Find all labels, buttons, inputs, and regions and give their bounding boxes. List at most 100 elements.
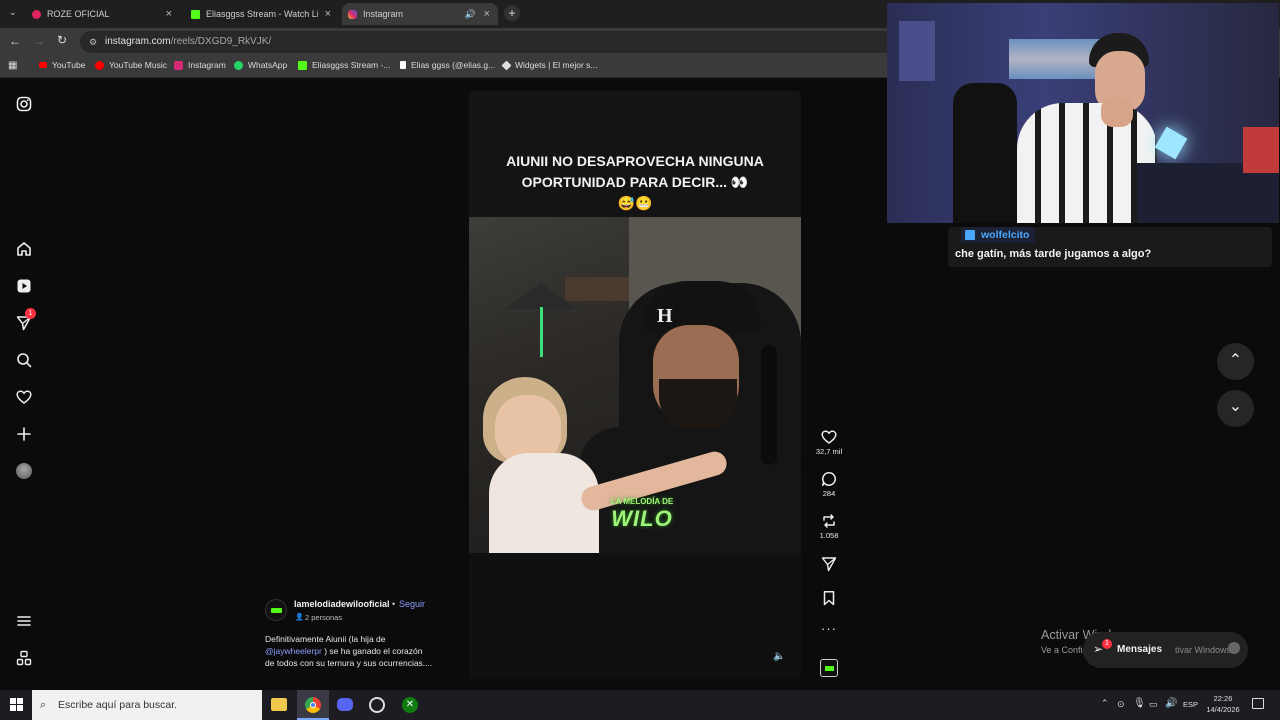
repost-icon [823, 514, 835, 528]
share-button[interactable] [813, 556, 845, 574]
back-arrow-icon[interactable]: ← [9, 34, 21, 48]
forward-arrow-icon[interactable]: → [33, 34, 45, 48]
reel-video-frame[interactable]: H LA MELODÍA DE WILO [469, 217, 801, 553]
clock[interactable]: 22:26 14/4/2026 [1201, 693, 1245, 715]
microphone-icon[interactable]: 🎙 [1133, 698, 1146, 709]
tab-instagram[interactable]: Instagram 🔊 × [342, 3, 498, 25]
messages-widget[interactable]: ➢ 1 Mensajes tivar Windows. [1083, 632, 1248, 668]
description-line: @jaywheelerpr ) se ha ganado el corazón [265, 645, 465, 657]
discord-icon[interactable] [337, 698, 353, 711]
volume-icon[interactable]: 🔊 [1165, 698, 1177, 709]
caption-line: AIUNII NO DESAPROVECHA NINGUNA [506, 153, 764, 169]
tab-roze-oficial[interactable]: ROZE OFICIAL × [26, 3, 180, 25]
comment-icon [822, 472, 836, 486]
menu-icon[interactable] [14, 611, 34, 631]
audience-label: 2 personas [305, 613, 343, 622]
reel-author-row: lamelodiadewilooficial • Seguir 👤 2 pers… [265, 598, 465, 628]
more-apps-icon[interactable] [14, 648, 34, 668]
bookmark-label: YouTube [52, 60, 86, 70]
audio-thumbnail[interactable] [813, 659, 845, 677]
kick-favicon-icon [191, 9, 200, 19]
webcam-overlay [887, 3, 1279, 223]
send-icon [821, 557, 837, 572]
instagram-icon [174, 60, 183, 70]
url-host: instagram.com [105, 36, 171, 47]
follow-button[interactable]: Seguir [399, 599, 425, 609]
repost-button[interactable]: 1.058 [813, 513, 845, 540]
comment-count: 284 [822, 489, 836, 498]
wilo-watermark: LA MELODÍA DE WILO [610, 497, 674, 531]
instagram-logo-icon[interactable] [14, 94, 34, 114]
tab-close-icon[interactable]: × [325, 8, 331, 20]
tab-search-chevron-icon[interactable]: ⌄ [9, 7, 17, 18]
streamer-hand [1101, 97, 1133, 127]
tab-audio-icon[interactable]: 🔊 [465, 9, 476, 20]
author-avatar[interactable] [265, 599, 287, 621]
bookmark-label: WhatsApp [248, 60, 288, 70]
search-placeholder: Escribe aquí para buscar. [58, 699, 178, 711]
bookmark-label: Eliasggss Stream -... [312, 60, 391, 70]
like-button[interactable]: 32,7 mil [813, 429, 845, 456]
heart-icon[interactable] [14, 387, 34, 407]
mute-toggle-icon[interactable]: 🔈 [773, 651, 785, 662]
home-icon[interactable] [14, 239, 34, 259]
previous-reel-button[interactable]: ⌃ [1217, 343, 1254, 380]
taskbar-search-input[interactable]: ⌕ Escribe aquí para buscar. [32, 690, 262, 720]
description-text: ) se ha ganado el corazón [321, 646, 423, 656]
tab-close-icon[interactable]: × [166, 8, 172, 20]
more-options-button[interactable]: ··· [813, 622, 845, 635]
tab-label: Instagram [363, 9, 404, 19]
tray-chevron-icon[interactable]: ⌃ [1101, 698, 1109, 709]
bookmark-whatsapp[interactable]: WhatsApp [234, 60, 287, 70]
xbox-icon[interactable]: ✕ [402, 697, 418, 713]
search-icon: ⌕ [40, 699, 47, 711]
reload-icon[interactable]: ↻ [57, 33, 67, 47]
instagram-sidebar: 1 [0, 79, 48, 690]
chevron-up-icon: ⌃ [1228, 352, 1243, 369]
network-icon[interactable]: ▭ [1149, 699, 1158, 710]
bookmark-youtube-music[interactable]: YouTube Music [95, 60, 167, 70]
messages-badge: 1 [1102, 639, 1112, 649]
chevron-down-icon: ⌄ [1228, 398, 1243, 415]
avatar-stack-icon [1228, 642, 1240, 654]
audio-cover-icon [820, 659, 838, 677]
caption-line: OPORTUNIDAD PARA DECIR... 👀 [521, 174, 749, 190]
comment-button[interactable]: 284 [813, 471, 845, 498]
tab-label: Eliasggss Stream - Watch Live o [206, 9, 318, 19]
bookmark-tiktok[interactable]: Elias ggss (@elias.g... [400, 60, 495, 70]
tab-close-icon[interactable]: × [484, 8, 490, 20]
bookmark-instagram[interactable]: Instagram [174, 60, 226, 70]
bookmark-eliasggss[interactable]: Eliasggss Stream -... [298, 60, 390, 70]
messages-icon[interactable]: 1 [14, 308, 36, 333]
tray-app-icon[interactable]: ⊙ [1117, 699, 1125, 710]
notification-center-icon[interactable] [1252, 698, 1264, 709]
new-tab-button[interactable]: + [504, 5, 520, 21]
widgets-icon [501, 60, 512, 70]
windows-start-icon[interactable] [10, 698, 23, 711]
caption-emoji: 😅😬 [617, 195, 653, 211]
obs-icon[interactable] [369, 697, 385, 713]
site-settings-icon[interactable]: ⚙ [89, 31, 97, 53]
reel-player[interactable]: AIUNII NO DESAPROVECHA NINGUNA OPORTUNID… [469, 91, 801, 679]
kick-icon [298, 60, 307, 70]
bookmark-label: YouTube Music [109, 60, 167, 70]
create-icon[interactable] [14, 424, 34, 444]
mention-link[interactable]: @jaywheelerpr [265, 646, 322, 656]
bookmark-youtube[interactable]: YouTube [39, 60, 85, 70]
save-button[interactable] [813, 590, 845, 608]
next-reel-button[interactable]: ⌄ [1217, 390, 1254, 427]
bookmark-widgets[interactable]: Widgets | El mejor s... [501, 60, 598, 70]
separator-dot: • [392, 599, 396, 609]
chrome-icon[interactable] [297, 690, 329, 720]
search-icon[interactable] [14, 350, 34, 370]
reels-icon[interactable] [14, 276, 34, 296]
apps-grid-icon[interactable]: ▦ [8, 60, 17, 71]
language-indicator[interactable]: ESP [1183, 700, 1198, 709]
author-username[interactable]: lamelodiadewilooficial [294, 599, 390, 609]
reel-description[interactable]: Definitivamente Aiunii (la hija de @jayw… [265, 633, 465, 669]
file-explorer-icon[interactable] [271, 698, 287, 711]
profile-avatar[interactable] [14, 461, 34, 481]
tiktok-icon [400, 61, 406, 69]
windows-taskbar: ⌕ Escribe aquí para buscar. ✕ ⌃ ⊙ 🎙 ▭ 🔊 … [0, 690, 1280, 720]
tab-eliasggss-stream[interactable]: Eliasggss Stream - Watch Live o × [185, 3, 339, 25]
